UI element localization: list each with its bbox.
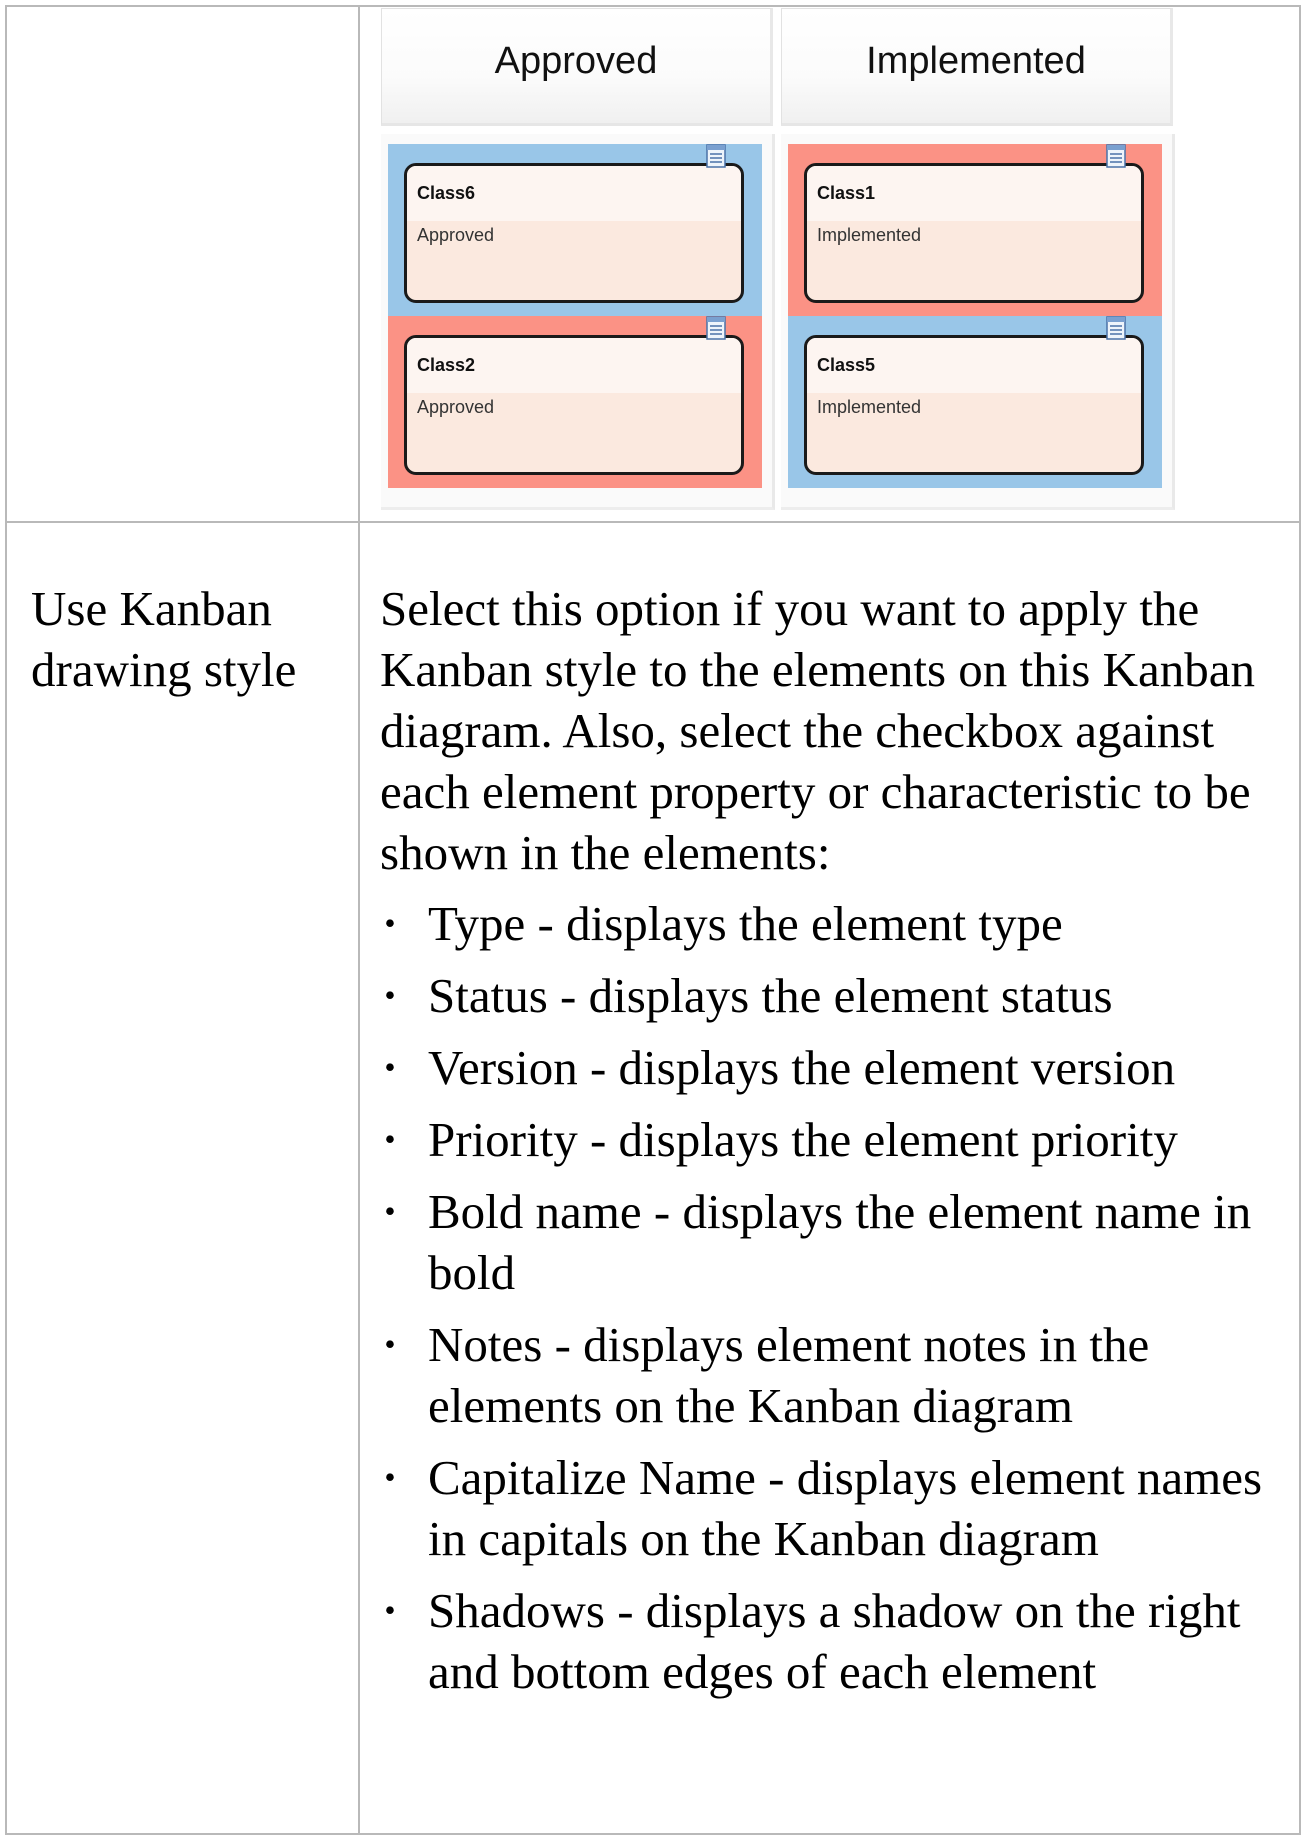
list-item-text: Priority - displays the element priority [428, 1112, 1178, 1167]
kanban-card: Class1 Implemented [804, 163, 1144, 303]
list-item: • Version - displays the element version [380, 1037, 1280, 1098]
row-divider [7, 521, 1299, 523]
lane-header: Approved [381, 8, 773, 126]
note-icon [1106, 316, 1126, 340]
card-name: Class1 [807, 166, 1141, 221]
bullet-icon: • [384, 1326, 396, 1362]
card-tile: Class5 Implemented [788, 316, 1162, 488]
lane-header: Implemented [781, 8, 1173, 126]
card-name: Class6 [407, 166, 741, 221]
column-divider [358, 7, 360, 1833]
list-item: • Priority - displays the element priorit… [380, 1109, 1280, 1170]
bullet-icon: • [384, 1459, 396, 1495]
list-item: • Bold name - displays the element name i… [380, 1181, 1280, 1303]
kanban-lane-approved: Approved Class6 Approved Class2 Approved [381, 8, 775, 510]
list-item: • Capitalize Name - displays element name… [380, 1447, 1280, 1569]
lane-body: Class6 Approved Class2 Approved [381, 134, 775, 510]
card-status: Implemented [817, 225, 922, 245]
card-tile: Class6 Approved [388, 144, 762, 316]
bullet-icon: • [384, 905, 396, 941]
bullet-icon: • [384, 1049, 396, 1085]
list-item-text: Version - displays the element version [428, 1040, 1176, 1095]
card-tile: Class1 Implemented [788, 144, 1162, 316]
card-name: Class2 [407, 338, 741, 393]
kanban-lane-implemented: Implemented Class1 Implemented Class5 Im… [781, 8, 1175, 510]
card-tile: Class2 Approved [388, 316, 762, 488]
bullet-icon: • [384, 1121, 396, 1157]
list-item: • Notes - displays element notes in the e… [380, 1314, 1280, 1436]
note-icon [706, 144, 726, 168]
option-term: Use Kanban drawing style [31, 581, 297, 697]
list-item: • Status - displays the element status [380, 965, 1280, 1026]
card-status: Implemented [817, 397, 922, 417]
description-intro: Select this option if you want to apply … [380, 581, 1255, 880]
list-item: • Type - displays the element type [380, 893, 1280, 954]
property-list: • Type - displays the element type • Statu… [380, 893, 1280, 1702]
lane-body: Class1 Implemented Class5 Implemented [781, 134, 1175, 510]
option-description: Select this option if you want to apply … [380, 578, 1280, 1713]
list-item-text: Status - displays the element status [428, 968, 1113, 1023]
list-item-text: Shadows - displays a shadow on the right… [428, 1583, 1241, 1699]
kanban-card: Class5 Implemented [804, 335, 1144, 475]
kanban-card: Class6 Approved [404, 163, 744, 303]
note-icon [706, 316, 726, 340]
kanban-card: Class2 Approved [404, 335, 744, 475]
bullet-icon: • [384, 1193, 396, 1229]
list-item-text: Type - displays the element type [428, 896, 1063, 951]
list-item-text: Notes - displays element notes in the el… [428, 1317, 1150, 1433]
list-item-text: Bold name - displays the element name in… [428, 1184, 1252, 1300]
card-name: Class5 [807, 338, 1141, 393]
card-status: Approved [417, 397, 495, 417]
kanban-diagram: Approved Class6 Approved Class2 Approved… [381, 8, 1176, 510]
card-status: Approved [417, 225, 495, 245]
note-icon [1106, 144, 1126, 168]
bullet-icon: • [384, 977, 396, 1013]
bullet-icon: • [384, 1592, 396, 1628]
list-item: • Shadows - displays a shadow on the righ… [380, 1580, 1280, 1702]
list-item-text: Capitalize Name - displays element names… [428, 1450, 1263, 1566]
